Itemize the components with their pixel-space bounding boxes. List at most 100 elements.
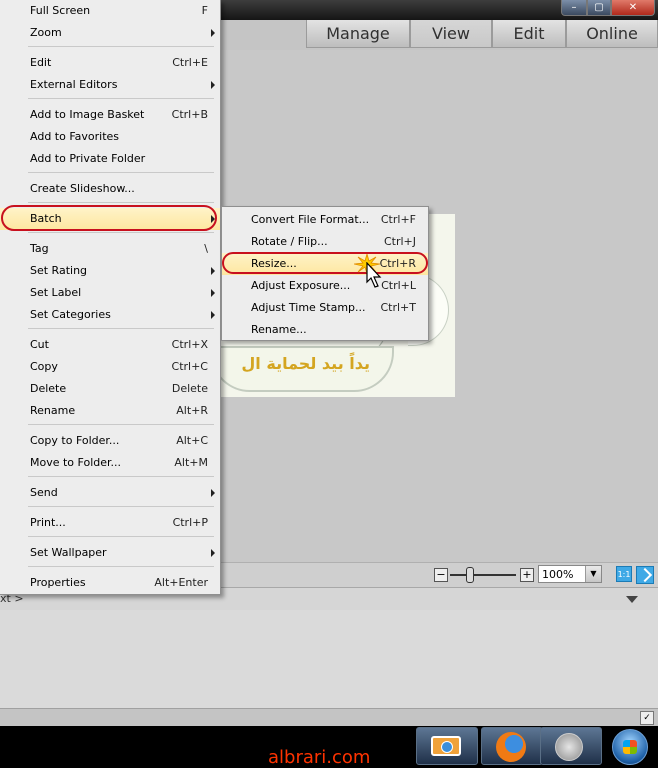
submenu-arrow-icon xyxy=(211,81,215,89)
expand-triangle-icon[interactable] xyxy=(626,596,638,603)
zoom-out-button[interactable]: − xyxy=(434,568,448,582)
submenu-item-rename[interactable]: Rename... xyxy=(222,319,428,341)
menu-separator xyxy=(28,98,214,99)
menu-item-full-screen[interactable]: Full Screen F xyxy=(0,0,220,22)
submenu-arrow-icon xyxy=(211,29,215,37)
menu-item-rename[interactable]: Rename Alt+R xyxy=(0,400,220,422)
menu-item-external-editors[interactable]: External Editors xyxy=(0,74,220,96)
submenu-item-adjust-exposure[interactable]: Adjust Exposure... Ctrl+L xyxy=(222,275,428,297)
menu-item-set-wallpaper[interactable]: Set Wallpaper xyxy=(0,542,220,564)
menu-item-shortcut: Alt+M xyxy=(174,456,208,469)
menu-separator xyxy=(28,202,214,203)
fit-to-window-button[interactable] xyxy=(636,566,654,584)
menu-item-shortcut: Ctrl+E xyxy=(172,56,208,69)
menu-item-move-to-folder[interactable]: Move to Folder... Alt+M xyxy=(0,452,220,474)
actual-size-button[interactable]: 1:1 xyxy=(616,566,632,582)
menu-item-label: Convert File Format... xyxy=(251,213,370,226)
menu-item-shortcut: \ xyxy=(204,242,208,255)
menu-item-label: Set Wallpaper xyxy=(30,546,107,559)
menu-item-add-to-image-basket[interactable]: Add to Image Basket Ctrl+B xyxy=(0,104,220,126)
menu-item-zoom[interactable]: Zoom xyxy=(0,22,220,44)
menu-item-edit[interactable]: Edit Ctrl+E xyxy=(0,52,220,74)
menu-item-shortcut: Ctrl+L xyxy=(381,279,416,292)
menu-item-label: Copy xyxy=(30,360,58,373)
firefox-icon xyxy=(496,732,526,762)
camera-icon xyxy=(431,736,461,756)
menu-item-label: Edit xyxy=(30,56,52,69)
annotation-circle-resize xyxy=(222,252,428,274)
menu-item-create-slideshow[interactable]: Create Slideshow... xyxy=(0,178,220,200)
menu-item-label: Copy to Folder... xyxy=(30,434,120,447)
menu-separator xyxy=(28,566,214,567)
maximize-button[interactable]: ▢ xyxy=(587,0,611,16)
close-button[interactable]: ✕ xyxy=(611,0,655,16)
watermark-text: albrari.com xyxy=(268,747,371,768)
menu-item-label: Add to Image Basket xyxy=(30,108,145,121)
menu-item-delete[interactable]: Delete Delete xyxy=(0,378,220,400)
menu-separator xyxy=(28,172,214,173)
status-bar: ✓ xyxy=(0,708,658,727)
menu-item-label: Print... xyxy=(30,516,66,529)
menu-item-tag[interactable]: Tag \ xyxy=(0,238,220,260)
menu-item-print[interactable]: Print... Ctrl+P xyxy=(0,512,220,534)
menu-item-set-rating[interactable]: Set Rating xyxy=(0,260,220,282)
menu-separator xyxy=(28,424,214,425)
menu-separator xyxy=(28,232,214,233)
image-arabic-text: يداً بيد لحماية ال xyxy=(241,354,370,373)
tab-manage[interactable]: Manage xyxy=(306,20,410,48)
taskbar-firefox-button[interactable] xyxy=(481,727,543,765)
zoom-level-select[interactable]: 100% ▼ xyxy=(538,565,602,583)
taskbar-network-button[interactable] xyxy=(540,727,602,765)
menu-item-label: Zoom xyxy=(30,26,62,39)
menu-item-add-to-favorites[interactable]: Add to Favorites xyxy=(0,126,220,148)
menu-separator xyxy=(28,476,214,477)
submenu-item-convert-file-format[interactable]: Convert File Format... Ctrl+F xyxy=(222,209,428,231)
menu-item-label: Set Categories xyxy=(30,308,111,321)
start-button[interactable] xyxy=(612,729,648,765)
menu-item-shortcut: Ctrl+X xyxy=(171,338,208,351)
menu-separator xyxy=(28,328,214,329)
menu-item-send[interactable]: Send xyxy=(0,482,220,504)
zoom-in-button[interactable]: + xyxy=(520,568,534,582)
menu-item-set-label[interactable]: Set Label xyxy=(0,282,220,304)
menu-item-shortcut: Ctrl+J xyxy=(383,235,416,248)
menu-item-label: Create Slideshow... xyxy=(30,182,135,195)
zoom-slider-track[interactable] xyxy=(450,574,516,576)
menu-item-properties[interactable]: Properties Alt+Enter xyxy=(0,572,220,594)
lower-pane xyxy=(0,610,658,708)
window-controls: – ▢ ✕ xyxy=(561,0,655,16)
tab-view[interactable]: View xyxy=(410,20,492,48)
menu-item-add-to-private-folder[interactable]: Add to Private Folder xyxy=(0,148,220,170)
menu-separator xyxy=(28,46,214,47)
menu-item-label: Properties xyxy=(30,576,86,589)
context-menu: Full Screen F Zoom Edit Ctrl+E External Ed… xyxy=(0,0,221,595)
tab-edit[interactable]: Edit xyxy=(492,20,566,48)
menu-separator xyxy=(28,506,214,507)
zoom-slider-thumb[interactable] xyxy=(466,567,474,583)
menu-item-label: Rotate / Flip... xyxy=(251,235,328,248)
minimize-button[interactable]: – xyxy=(561,0,587,16)
tab-online[interactable]: Online xyxy=(566,20,658,48)
globe-icon xyxy=(555,733,583,761)
menu-item-cut[interactable]: Cut Ctrl+X xyxy=(0,334,220,356)
taskbar-photo-app-button[interactable] xyxy=(416,727,478,765)
zoom-level-value: 100% xyxy=(542,568,574,581)
menu-item-label: Rename xyxy=(30,404,76,417)
menu-item-copy[interactable]: Copy Ctrl+C xyxy=(0,356,220,378)
menu-item-label: Adjust Time Stamp... xyxy=(251,301,366,314)
submenu-arrow-icon xyxy=(211,489,215,497)
submenu-item-adjust-time-stamp[interactable]: Adjust Time Stamp... Ctrl+T xyxy=(222,297,428,319)
checkmark-icon[interactable]: ✓ xyxy=(640,711,654,725)
menu-item-shortcut: Ctrl+B xyxy=(171,108,208,121)
menu-item-shortcut: Ctrl+T xyxy=(380,301,416,314)
zoom-toolbar: − + 100% ▼ 1:1 xyxy=(220,562,658,587)
menu-item-shortcut: Delete xyxy=(171,382,208,395)
menu-item-label: Set Label xyxy=(30,286,82,299)
chevron-down-icon[interactable]: ▼ xyxy=(585,566,601,582)
mode-tab-bar: Manage View Edit Online xyxy=(220,20,658,50)
submenu-item-rotate-flip[interactable]: Rotate / Flip... Ctrl+J xyxy=(222,231,428,253)
menu-item-label: Adjust Exposure... xyxy=(251,279,351,292)
mouse-cursor-icon xyxy=(366,262,382,288)
menu-item-copy-to-folder[interactable]: Copy to Folder... Alt+C xyxy=(0,430,220,452)
menu-item-set-categories[interactable]: Set Categories xyxy=(0,304,220,326)
